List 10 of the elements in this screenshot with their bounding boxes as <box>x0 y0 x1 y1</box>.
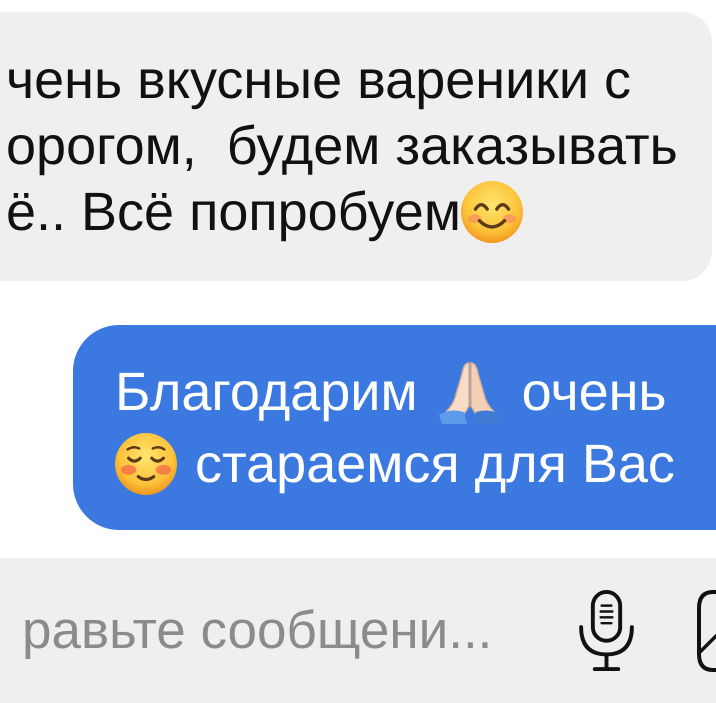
smiling-face-icon <box>460 181 523 243</box>
message-text: Благодарим <box>115 361 418 424</box>
microphone-icon[interactable] <box>577 590 636 672</box>
message-text: стараемся для Вас <box>195 433 675 496</box>
message-text: ё.. Всё попробуем <box>6 181 461 244</box>
blushing-face-icon <box>115 433 177 495</box>
image-icon[interactable] <box>697 590 716 672</box>
message-text: очень <box>522 361 667 424</box>
message-text: орогом, будем заказывать <box>6 115 678 178</box>
message-text: чень вкусные вареники с <box>6 49 632 112</box>
